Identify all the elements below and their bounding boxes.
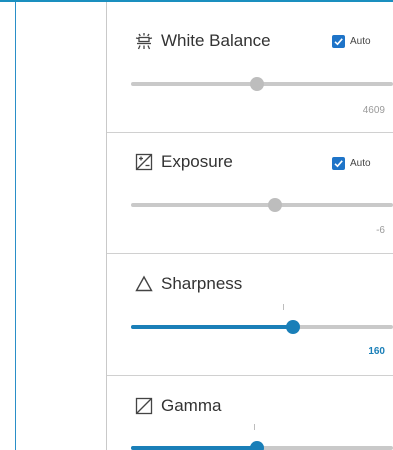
exposure-auto-checkbox[interactable] [332, 157, 345, 170]
exposure-icon [135, 153, 153, 171]
white-balance-auto[interactable]: Auto [332, 35, 371, 48]
exposure-slider[interactable] [131, 198, 393, 212]
white-balance-header: White Balance [135, 31, 271, 51]
white-balance-value: 4609 [362, 105, 385, 116]
gamma-label: Gamma [161, 396, 222, 415]
gamma-default-tick [254, 424, 256, 430]
white-balance-panel: White Balance Auto 4609 [107, 2, 393, 132]
left-pane [16, 2, 106, 450]
white-balance-label: White Balance [161, 31, 271, 50]
gamma-slider-fill [131, 446, 257, 450]
sharpness-label: Sharpness [161, 274, 243, 293]
exposure-auto[interactable]: Auto [332, 157, 371, 170]
white-balance-auto-checkbox[interactable] [332, 35, 345, 48]
white-balance-icon [135, 32, 153, 50]
sharpness-slider-fill [131, 325, 294, 329]
gamma-slider[interactable] [131, 441, 393, 450]
white-balance-slider-thumb[interactable] [249, 77, 264, 91]
exposure-header: Exposure [135, 152, 233, 172]
sharpness-slider-thumb[interactable] [286, 320, 301, 334]
sharpness-slider[interactable] [131, 320, 393, 334]
checkmark-icon [334, 38, 343, 46]
gamma-panel: Gamma [107, 376, 393, 450]
exposure-value: -6 [376, 225, 385, 236]
gamma-header: Gamma [135, 396, 221, 416]
exposure-label: Exposure [161, 152, 233, 171]
white-balance-auto-label: Auto [350, 36, 371, 47]
exposure-slider-thumb[interactable] [268, 198, 283, 212]
gamma-icon [135, 397, 153, 415]
gamma-slider-thumb[interactable] [249, 441, 264, 450]
checkmark-icon [334, 160, 343, 168]
white-balance-slider[interactable] [131, 77, 393, 91]
exposure-panel: Exposure Auto -6 [107, 133, 393, 253]
sharpness-header: Sharpness [135, 274, 242, 294]
exposure-auto-label: Auto [350, 158, 371, 169]
sharpness-value: 160 [368, 346, 385, 357]
sharpness-default-tick [282, 304, 284, 310]
sharpness-panel: Sharpness 160 [107, 254, 393, 375]
sharpness-triangle-icon [135, 275, 153, 293]
